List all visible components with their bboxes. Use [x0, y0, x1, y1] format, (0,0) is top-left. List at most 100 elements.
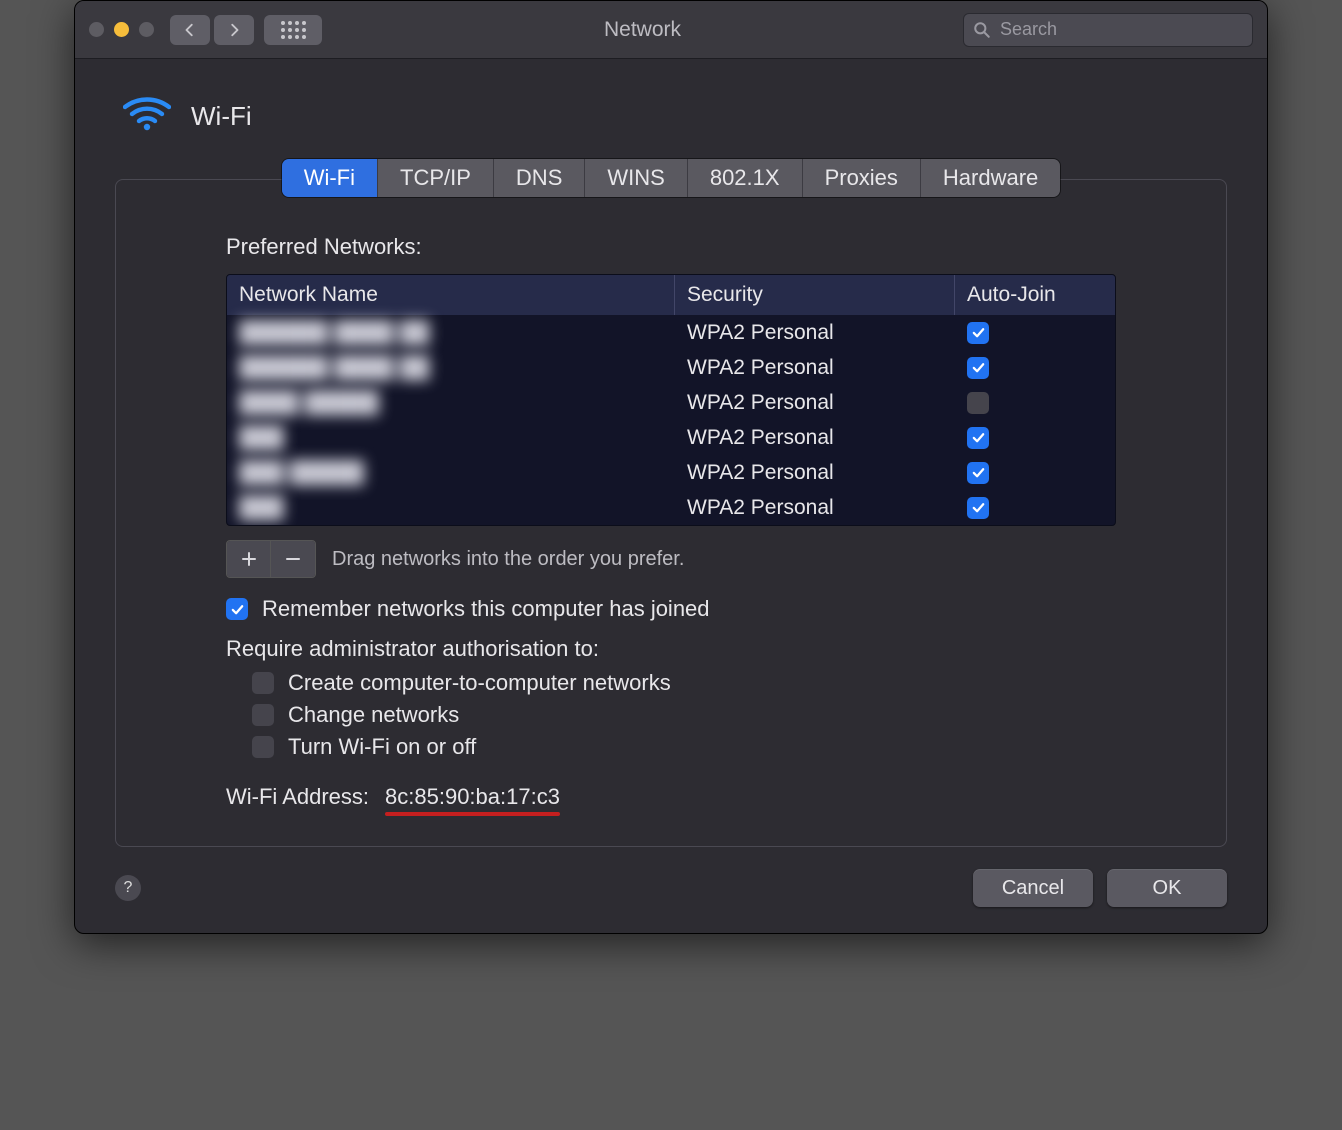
tab-wins[interactable]: WINS: [585, 159, 687, 197]
ok-button[interactable]: OK: [1107, 869, 1227, 907]
forward-button[interactable]: [214, 15, 254, 45]
cell-security: WPA2 Personal: [675, 385, 955, 420]
cell-security: WPA2 Personal: [675, 350, 955, 385]
table-header: Network Name Security Auto-Join: [227, 275, 1115, 315]
check-icon: [971, 465, 986, 480]
pane-body: Wi-Fi Wi-Fi TCP/IP DNS WINS 802.1X Proxi…: [75, 59, 1267, 933]
preferred-networks-label: Preferred Networks:: [226, 234, 1116, 260]
check-icon: [971, 360, 986, 375]
check-icon: [971, 500, 986, 515]
cell-autojoin: [955, 490, 1115, 525]
preferred-networks-table: Network Name Security Auto-Join ██████ █…: [226, 274, 1116, 526]
toolbar: Network: [75, 1, 1267, 59]
require-create-checkbox[interactable]: [252, 672, 274, 694]
plus-icon: [241, 551, 257, 567]
tab-label: Hardware: [943, 165, 1038, 190]
autojoin-checkbox[interactable]: [967, 392, 989, 414]
nav-buttons: [170, 15, 254, 45]
minimize-window-button[interactable]: [114, 22, 129, 37]
wifi-panel: Preferred Networks: Network Name Securit…: [115, 179, 1227, 847]
service-header: Wi-Fi: [115, 93, 1227, 139]
remove-network-button[interactable]: [271, 541, 315, 577]
col-security[interactable]: Security: [675, 275, 955, 315]
chevron-left-icon: [183, 23, 197, 37]
cell-network-name: ██████ ████ ██: [227, 315, 675, 350]
tab-tcpip[interactable]: TCP/IP: [378, 159, 494, 197]
add-remove-group: [226, 540, 316, 578]
cell-security: WPA2 Personal: [675, 420, 955, 455]
window-title: Network: [332, 18, 953, 42]
require-change-label: Change networks: [288, 702, 459, 728]
wifi-icon: [123, 93, 171, 139]
search-input[interactable]: [963, 13, 1253, 47]
zoom-window-button[interactable]: [139, 22, 154, 37]
footer: ? Cancel OK: [115, 869, 1227, 907]
remember-networks-label: Remember networks this computer has join…: [262, 596, 710, 622]
require-create-label: Create computer-to-computer networks: [288, 670, 671, 696]
cell-network-name: ███: [227, 490, 675, 525]
cell-autojoin: [955, 455, 1115, 490]
back-button[interactable]: [170, 15, 210, 45]
table-row[interactable]: ███WPA2 Personal: [227, 420, 1115, 455]
search-field-wrap: [963, 13, 1253, 47]
cell-network-name: ███: [227, 420, 675, 455]
table-body: ██████ ████ ██WPA2 Personal██████ ████ █…: [227, 315, 1115, 525]
tab-label: DNS: [516, 165, 562, 190]
search-icon: [973, 21, 991, 45]
require-change-checkbox[interactable]: [252, 704, 274, 726]
check-icon: [971, 430, 986, 445]
col-autojoin[interactable]: Auto-Join: [955, 275, 1115, 315]
cancel-button[interactable]: Cancel: [973, 869, 1093, 907]
help-button[interactable]: ?: [115, 875, 141, 901]
cell-autojoin: [955, 385, 1115, 420]
cell-autojoin: [955, 420, 1115, 455]
table-row[interactable]: ██████ ████ ██WPA2 Personal: [227, 315, 1115, 350]
autojoin-checkbox[interactable]: [967, 357, 989, 379]
preferences-window: Network Wi-Fi Wi-Fi TCP/IP: [74, 0, 1268, 934]
cell-network-name: ███ █████: [227, 455, 675, 490]
service-title: Wi-Fi: [191, 101, 252, 132]
show-all-button[interactable]: [264, 15, 322, 45]
wifi-address-label: Wi-Fi Address:: [226, 784, 369, 810]
button-label: Cancel: [1002, 877, 1064, 900]
tab-wifi[interactable]: Wi-Fi: [282, 159, 378, 197]
wifi-address-value: 8c:85:90:ba:17:c3: [385, 784, 560, 810]
require-toggle-checkbox[interactable]: [252, 736, 274, 758]
button-label: OK: [1153, 877, 1182, 900]
tab-dns[interactable]: DNS: [494, 159, 585, 197]
tab-proxies[interactable]: Proxies: [803, 159, 921, 197]
tab-label: Wi-Fi: [304, 165, 355, 190]
remember-networks-checkbox[interactable]: [226, 598, 248, 620]
check-icon: [230, 602, 245, 617]
cell-autojoin: [955, 350, 1115, 385]
close-window-button[interactable]: [89, 22, 104, 37]
tab-hardware[interactable]: Hardware: [921, 159, 1060, 197]
tab-label: TCP/IP: [400, 165, 471, 190]
cell-network-name: ████ █████: [227, 385, 675, 420]
reorder-hint: Drag networks into the order you prefer.: [332, 548, 684, 571]
cell-network-name: ██████ ████ ██: [227, 350, 675, 385]
tab-bar: Wi-Fi TCP/IP DNS WINS 802.1X Proxies Har…: [282, 159, 1061, 197]
tab-label: WINS: [607, 165, 664, 190]
autojoin-checkbox[interactable]: [967, 497, 989, 519]
chevron-right-icon: [227, 23, 241, 37]
cell-security: WPA2 Personal: [675, 455, 955, 490]
cell-security: WPA2 Personal: [675, 490, 955, 525]
tab-8021x[interactable]: 802.1X: [688, 159, 803, 197]
tab-label: 802.1X: [710, 165, 780, 190]
autojoin-checkbox[interactable]: [967, 322, 989, 344]
minus-icon: [285, 551, 301, 567]
col-network-name[interactable]: Network Name: [227, 275, 675, 315]
tab-label: Proxies: [825, 165, 898, 190]
table-row[interactable]: ███ █████WPA2 Personal: [227, 455, 1115, 490]
require-admin-label: Require administrator authorisation to:: [226, 636, 1116, 662]
add-network-button[interactable]: [227, 541, 271, 577]
cell-autojoin: [955, 315, 1115, 350]
autojoin-checkbox[interactable]: [967, 462, 989, 484]
check-icon: [971, 325, 986, 340]
table-row[interactable]: ███WPA2 Personal: [227, 490, 1115, 525]
autojoin-checkbox[interactable]: [967, 427, 989, 449]
window-controls: [89, 22, 154, 37]
table-row[interactable]: ████ █████WPA2 Personal: [227, 385, 1115, 420]
table-row[interactable]: ██████ ████ ██WPA2 Personal: [227, 350, 1115, 385]
